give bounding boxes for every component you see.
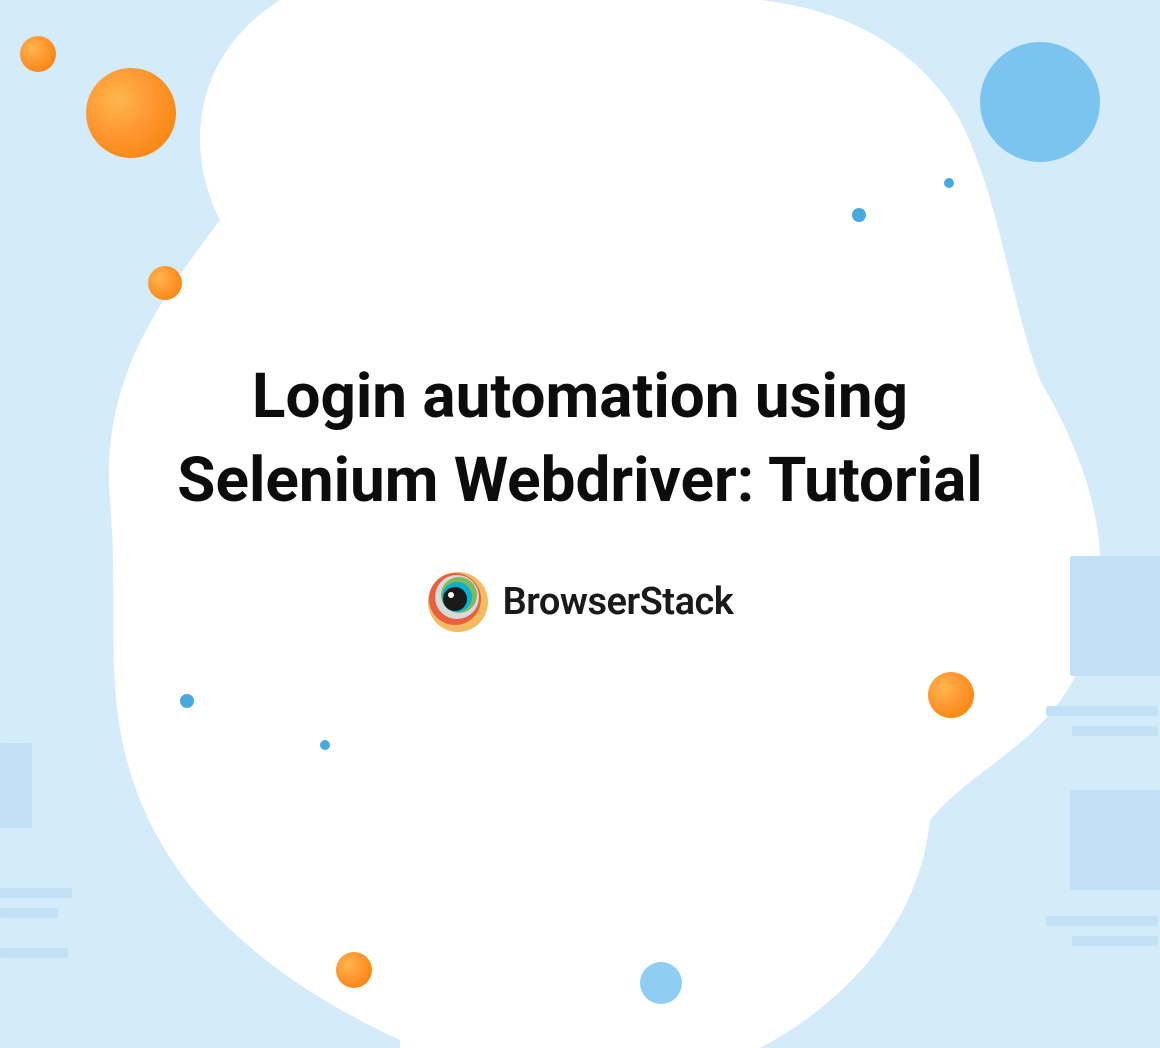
browserstack-logo-icon (427, 571, 489, 633)
brand-name: BrowserStack (503, 580, 734, 624)
page-title: Login automation using Selenium Webdrive… (120, 355, 1040, 522)
brand-container: BrowserStack (427, 571, 734, 633)
